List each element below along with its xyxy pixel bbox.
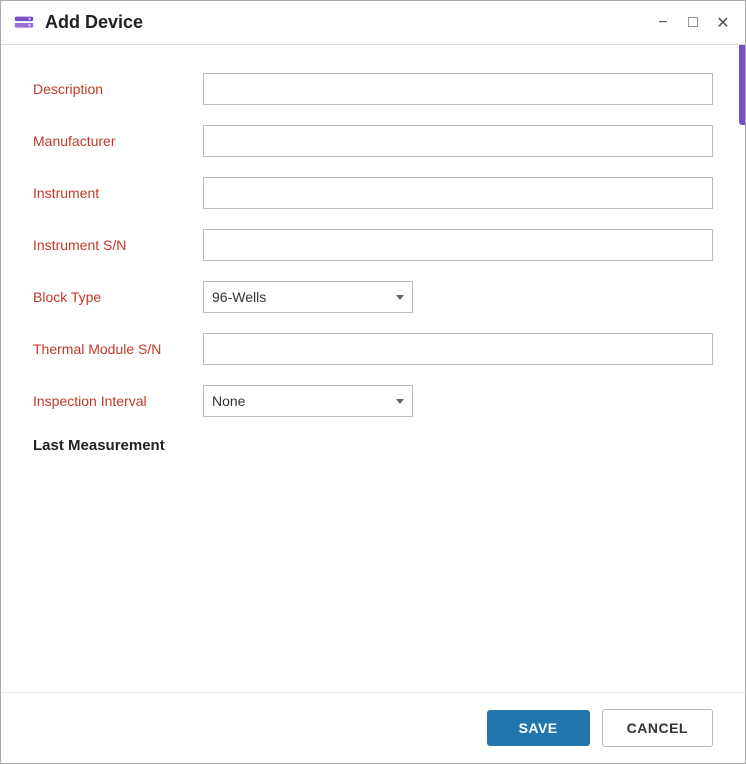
instrument-label: Instrument — [33, 185, 203, 201]
window-controls: − □ ✕ — [653, 13, 733, 33]
block-type-label: Block Type — [33, 289, 203, 305]
window-title: Add Device — [45, 12, 653, 33]
manufacturer-row: Manufacturer — [33, 125, 713, 157]
minimize-button[interactable]: − — [653, 13, 673, 33]
block-type-select[interactable]: 96-Wells 384-Wells 48-Wells — [203, 281, 413, 313]
description-input[interactable] — [203, 73, 713, 105]
instrument-sn-row: Instrument S/N — [33, 229, 713, 261]
title-bar: Add Device − □ ✕ — [1, 1, 745, 45]
form-area: Description Manufacturer Instrument Inst… — [1, 45, 745, 692]
description-row: Description — [33, 73, 713, 105]
inspection-interval-row: Inspection Interval None Monthly Quarter… — [33, 385, 713, 417]
save-button[interactable]: SAVE — [487, 710, 590, 746]
manufacturer-input[interactable] — [203, 125, 713, 157]
instrument-sn-input[interactable] — [203, 229, 713, 261]
maximize-button[interactable]: □ — [683, 13, 703, 33]
thermal-module-sn-input[interactable] — [203, 333, 713, 365]
footer: SAVE CANCEL — [1, 692, 745, 763]
thermal-module-sn-row: Thermal Module S/N — [33, 333, 713, 365]
close-button[interactable]: ✕ — [713, 13, 733, 33]
manufacturer-label: Manufacturer — [33, 133, 203, 149]
add-device-window: Add Device − □ ✕ Description Manufacture… — [0, 0, 746, 764]
cancel-button[interactable]: CANCEL — [602, 709, 713, 747]
app-icon — [13, 12, 35, 34]
inspection-interval-select[interactable]: None Monthly Quarterly Annually — [203, 385, 413, 417]
accent-bar — [739, 45, 745, 125]
block-type-row: Block Type 96-Wells 384-Wells 48-Wells — [33, 281, 713, 313]
instrument-input[interactable] — [203, 177, 713, 209]
description-label: Description — [33, 81, 203, 97]
instrument-sn-label: Instrument S/N — [33, 237, 203, 253]
last-measurement-header: Last Measurement — [33, 437, 713, 454]
thermal-module-sn-label: Thermal Module S/N — [33, 341, 203, 357]
inspection-interval-label: Inspection Interval — [33, 393, 203, 409]
instrument-row: Instrument — [33, 177, 713, 209]
